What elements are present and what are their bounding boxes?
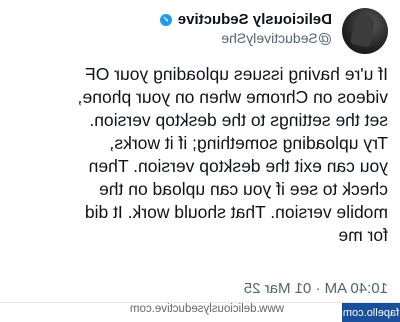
author-line: Deliciously Seductive ✓ bbox=[159, 11, 332, 28]
corner-watermark: fapello.com bbox=[342, 303, 400, 322]
verified-check-icon: ✓ bbox=[159, 13, 172, 26]
user-handle[interactable]: @SeductivelyShe bbox=[221, 30, 332, 46]
display-name[interactable]: Deliciously Seductive bbox=[178, 11, 332, 28]
tweet-text: If u're having issues uploading your OF … bbox=[77, 64, 388, 245]
tweet-screenshot: Deliciously Seductive ✓ @SeductivelyShe … bbox=[0, 0, 400, 322]
avatar-photo bbox=[349, 12, 377, 48]
site-watermark: www.deliciouslyseductive.com bbox=[129, 303, 284, 315]
tweet-timestamp[interactable]: 10:40 AM · 01 Mar 25 bbox=[244, 280, 388, 297]
avatar[interactable] bbox=[342, 8, 388, 54]
